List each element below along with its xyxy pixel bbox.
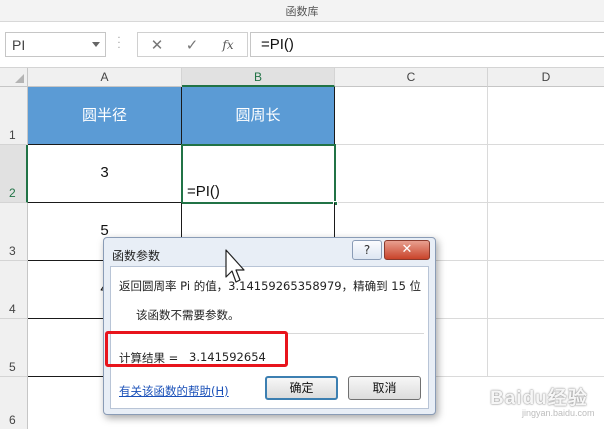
row-header-5[interactable]: 5 [0,319,28,377]
row-header-3[interactable]: 3 [0,203,28,261]
row-header-4[interactable]: 4 [0,261,28,319]
formula-buttons: ✕ ✓ fx [137,32,248,57]
formula-bar: PI · · · ✕ ✓ fx =PI() [0,22,604,68]
watermark: Baidu经验 jingyan.baidu.com [476,383,600,427]
ribbon-group-label: 函数库 [285,5,319,18]
cell-b1[interactable]: 圆周长 [182,87,335,145]
function-arguments-dialog: 函数参数 ? ✕ 返回圆周率 Pi 的值，3.14159265358979，精确… [103,237,436,415]
column-header-c[interactable]: C [335,68,488,87]
row-header-label: 6 [9,413,16,427]
row-header-label: 4 [9,302,16,316]
drag-handle-icon[interactable]: · · · [116,34,122,54]
help-link[interactable]: 有关该函数的帮助(H) [119,383,229,399]
row-header-label: 2 [9,186,16,200]
cell-c1[interactable] [335,87,488,145]
row-header-label: 1 [9,128,16,142]
chevron-down-icon[interactable] [92,42,100,47]
column-header-a[interactable]: A [28,68,182,87]
cell-b2-active[interactable]: =PI() [181,144,338,206]
column-header-b[interactable]: B [182,68,335,87]
name-box-value: PI [12,37,26,53]
cell-d5[interactable] [488,319,604,377]
select-all-icon [15,74,24,83]
ok-button[interactable]: 确定 [265,376,338,400]
name-box[interactable]: PI [5,32,106,57]
close-icon[interactable]: ✕ [144,35,170,55]
cell-d2[interactable] [488,145,604,203]
cell-d4[interactable] [488,261,604,319]
check-icon[interactable]: ✓ [179,35,205,55]
column-header-d[interactable]: D [488,68,604,87]
row-header-1[interactable]: 1 [0,87,28,145]
cell-b2-value: =PI() [187,183,220,200]
arguments-note: 该函数不需要参数。 [136,308,240,322]
watermark-url: jingyan.baidu.com [522,408,595,418]
formula-input-value: =PI() [261,36,294,53]
fx-icon[interactable]: fx [215,35,241,55]
cancel-button[interactable]: 取消 [348,376,421,400]
formula-input[interactable]: =PI() [250,32,604,57]
cell-a1[interactable]: 圆半径 [28,87,182,145]
select-all-corner[interactable] [0,68,28,87]
cell-a2[interactable]: 3 [28,145,182,203]
result-highlight-box [105,331,288,367]
row-header-2[interactable]: 2 [0,145,28,203]
close-icon[interactable]: ✕ [384,240,430,260]
row-header-label: 3 [9,244,16,258]
dialog-title: 函数参数 [112,249,161,263]
cell-d1[interactable] [488,87,604,145]
cell-d3[interactable] [488,203,604,261]
function-description: 返回圆周率 Pi 的值，3.14159265358979，精确到 15 位 [119,279,422,293]
cell-c2[interactable] [335,145,488,203]
row-header-label: 5 [9,360,16,374]
ribbon-group-strip: 函数库 [0,0,604,22]
help-icon[interactable]: ? [352,240,382,260]
row-header-6[interactable]: 6 [0,377,28,429]
watermark-logo: Baidu经验 [490,388,588,409]
mouse-pointer-icon [225,249,245,283]
